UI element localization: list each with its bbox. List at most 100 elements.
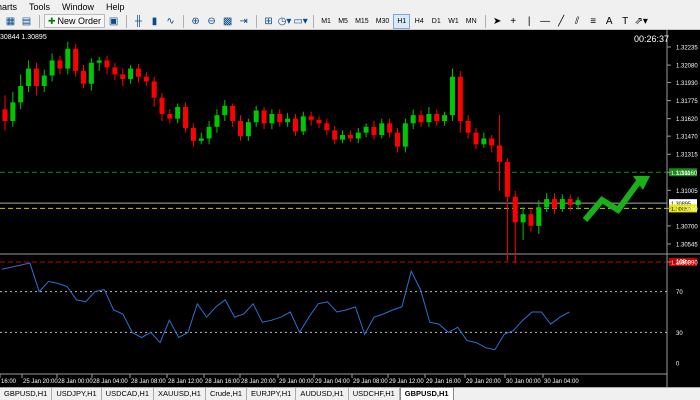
- menu-help[interactable]: Help: [100, 2, 131, 12]
- candle-bear: [308, 116, 314, 120]
- candle-bull: [520, 214, 526, 223]
- menu-charts[interactable]: harts: [0, 2, 23, 12]
- chart-tab[interactable]: USDCHF,H1: [349, 388, 400, 400]
- price-label: 1.31930: [676, 81, 698, 87]
- timeframe-h4[interactable]: H4: [411, 14, 427, 29]
- timeframe-m15[interactable]: M15: [352, 14, 372, 29]
- time-label: 16:00: [1, 379, 17, 385]
- candle-bull: [426, 114, 432, 123]
- candle-bull: [222, 105, 228, 116]
- candle-bull: [253, 110, 259, 123]
- time-label: 29 Jan 20:00: [466, 379, 501, 385]
- time-label: 28 Jan 00:00: [58, 379, 93, 385]
- candle-bear: [567, 199, 573, 205]
- chart-shift-icon[interactable]: ⇥: [236, 14, 251, 29]
- horizontal-line-icon[interactable]: —: [538, 14, 553, 29]
- candle-bear: [277, 114, 283, 123]
- candle-bear: [73, 48, 79, 71]
- price-chart[interactable]: 30844 1.30895 00:26:37 1.311601.308951.3…: [0, 30, 700, 387]
- chart-tab[interactable]: XAUUSD,H1: [154, 388, 206, 400]
- time-label: 28 Jan 20:00: [241, 379, 276, 385]
- timeframe-mn[interactable]: MN: [463, 14, 480, 29]
- templates-icon[interactable]: ▭▾: [293, 14, 308, 29]
- candle-bear: [151, 81, 157, 98]
- candle-bull: [355, 132, 361, 139]
- chart-tab[interactable]: GBPUSD,H1: [399, 387, 454, 400]
- candle-bear: [332, 130, 338, 140]
- tile-windows-icon[interactable]: ▩: [220, 14, 235, 29]
- candle-bear: [371, 126, 377, 135]
- timeframe-m30[interactable]: M30: [373, 14, 393, 29]
- candle-bull: [481, 138, 487, 145]
- time-label: 30 Jan 00:00: [506, 379, 541, 385]
- candle-bull: [128, 68, 134, 80]
- indicators-icon[interactable]: ⊞: [261, 14, 276, 29]
- candle-bear: [159, 97, 165, 115]
- line-chart-icon[interactable]: ∿: [163, 14, 178, 29]
- new-chart-icon[interactable]: ▦: [3, 14, 18, 29]
- timeframe-m5[interactable]: M5: [335, 14, 351, 29]
- chart-tab[interactable]: Crude,H1: [206, 388, 248, 400]
- cursor-icon[interactable]: ➤: [490, 14, 505, 29]
- autotrading-icon[interactable]: ▣: [106, 14, 121, 29]
- text-tool-icon[interactable]: A: [602, 14, 617, 29]
- candle-bear: [135, 68, 141, 77]
- candle-bear: [418, 115, 424, 123]
- label-tool-icon[interactable]: T: [618, 14, 633, 29]
- timeframe-h1[interactable]: H1: [393, 13, 411, 29]
- equidistant-channel-icon[interactable]: ⫽: [570, 14, 585, 29]
- crosshair-icon[interactable]: +: [506, 14, 521, 29]
- chart-tabs: GBPUSD,H1 USDJPY,H1 USDCAD,H1 XAUUSD,H1 Crud…: [0, 387, 700, 400]
- candle-bull: [10, 102, 16, 121]
- candle-bear: [347, 134, 353, 139]
- candle-bull: [49, 60, 55, 76]
- candle-bear: [489, 138, 495, 146]
- candle-bull: [536, 207, 542, 226]
- menu-window[interactable]: Window: [56, 2, 100, 12]
- new-order-button[interactable]: ✚ New Order: [44, 14, 106, 28]
- candlestick-icon[interactable]: ▮: [147, 14, 162, 29]
- candle-bear: [316, 119, 322, 124]
- periods-icon[interactable]: ◷▾: [277, 14, 292, 29]
- trendline-icon[interactable]: ╱: [554, 14, 569, 29]
- candle-bull: [363, 126, 369, 133]
- toolbar-separator: [39, 14, 40, 28]
- timeframe-m1[interactable]: M1: [318, 14, 334, 29]
- vertical-line-icon[interactable]: |: [522, 14, 537, 29]
- candle-bear: [504, 161, 510, 197]
- time-label: 28 Jan 04:00: [93, 379, 128, 385]
- fibonacci-icon[interactable]: ≡: [586, 14, 601, 29]
- candle-bull: [96, 60, 102, 63]
- indicator-label: 30: [676, 331, 683, 337]
- zoom-out-icon[interactable]: ⊖: [204, 14, 219, 29]
- time-label: 28 Jan 08:00: [131, 379, 166, 385]
- menu-bar: harts Tools Window Help: [0, 0, 700, 13]
- timeframe-d1[interactable]: D1: [428, 14, 444, 29]
- time-label: 30 Jan 04:00: [544, 379, 579, 385]
- chart-window[interactable]: 30844 1.30895 00:26:37 1.311601.308951.3…: [0, 30, 700, 387]
- price-label: 1.30700: [676, 224, 698, 230]
- toolbar-separator: [126, 14, 128, 28]
- candle-bear: [465, 120, 471, 133]
- timeframe-w1[interactable]: W1: [445, 14, 462, 29]
- chart-tab[interactable]: USDJPY,H1: [52, 388, 102, 400]
- time-label: 29 Jan 16:00: [426, 379, 461, 385]
- zoom-in-icon[interactable]: ⊕: [188, 14, 203, 29]
- chart-tab[interactable]: USDCAD,H1: [102, 388, 154, 400]
- candle-bull: [214, 115, 220, 127]
- arrows-icon[interactable]: ⇗▾: [634, 14, 649, 29]
- indicator-label: 0: [676, 362, 680, 368]
- time-label: 29 Jan 12:00: [389, 379, 424, 385]
- candle-bear: [238, 120, 243, 137]
- candle-bear: [387, 123, 393, 133]
- chart-tab[interactable]: GBPUSD,H1: [0, 388, 53, 400]
- chart-tab[interactable]: AUDUSD,H1: [296, 388, 349, 400]
- candle-bull: [206, 126, 212, 139]
- price-label: 1.30850: [676, 207, 698, 213]
- menu-tools[interactable]: Tools: [23, 2, 56, 12]
- bar-chart-icon[interactable]: ╫: [131, 14, 146, 29]
- price-label: 1.31620: [676, 117, 698, 123]
- chart-tab[interactable]: EURJPY,H1: [247, 388, 297, 400]
- candle-bull: [300, 116, 306, 132]
- profiles-icon[interactable]: ▤: [19, 14, 34, 29]
